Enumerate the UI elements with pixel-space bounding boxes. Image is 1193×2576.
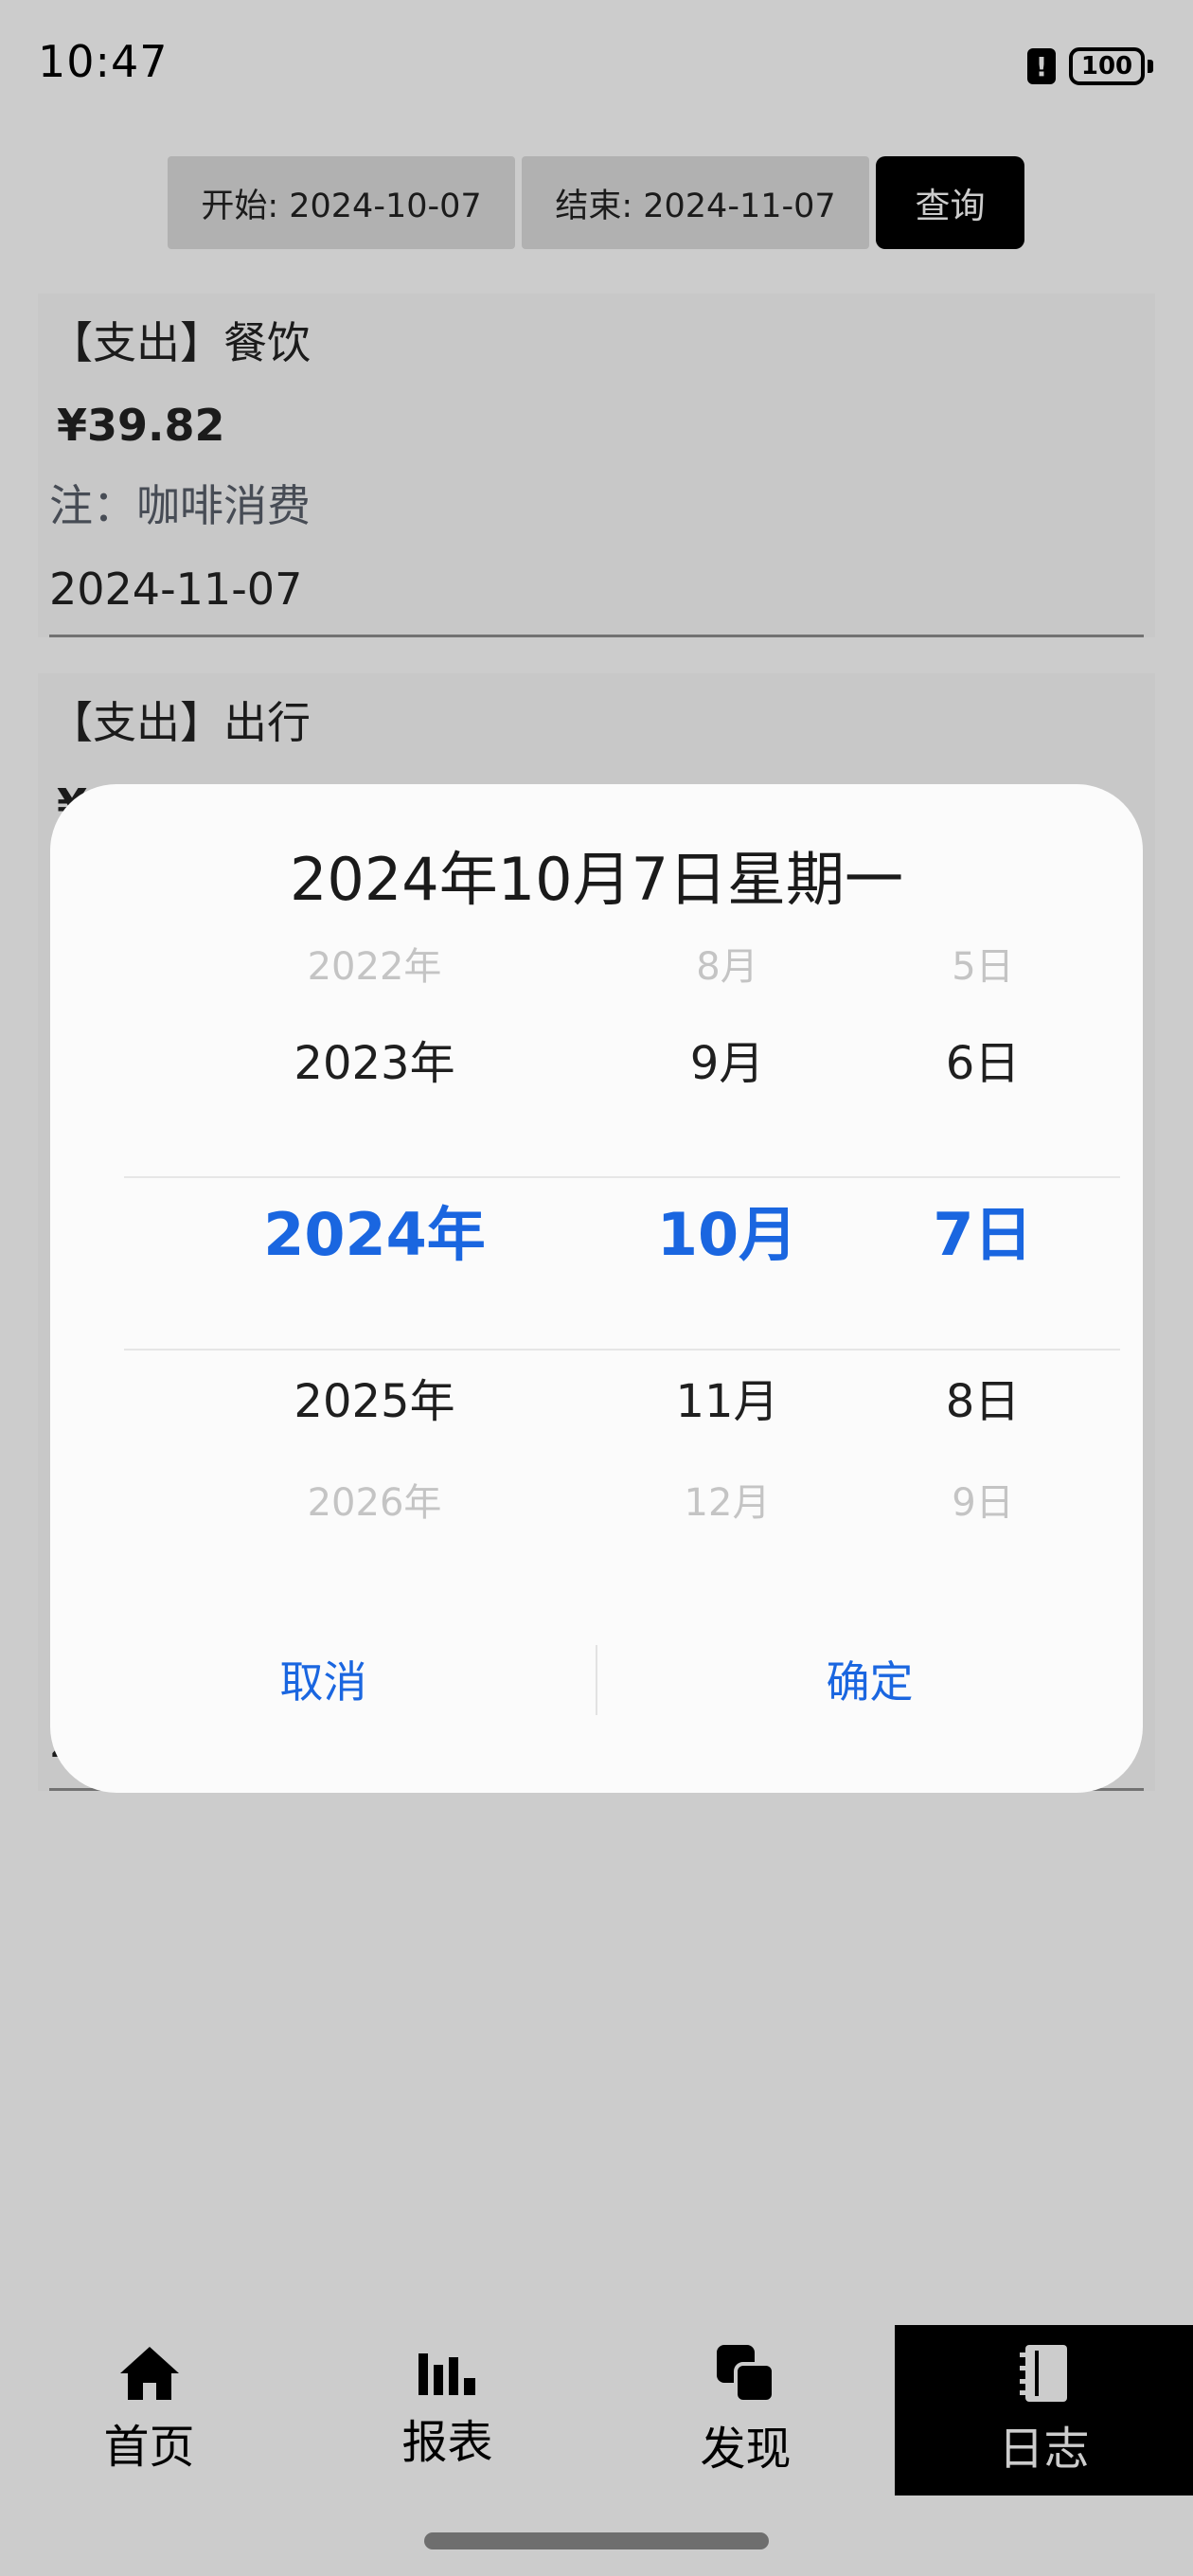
dialog-actions: 取消 确定: [50, 1632, 1143, 1726]
month-option[interactable]: 12月: [604, 1472, 850, 1527]
year-wheel[interactable]: 2022年 2023年 2024年 2025年 2026年: [183, 936, 566, 1525]
day-wheel[interactable]: 5日 6日 7日 8日 9日: [850, 936, 1115, 1525]
dialog-title: 2024年10月7日星期一: [289, 845, 904, 914]
month-option[interactable]: 8月: [604, 936, 850, 991]
month-option-selected[interactable]: 10月: [604, 1187, 850, 1272]
year-option[interactable]: 2026年: [183, 1472, 566, 1527]
confirm-button[interactable]: 确定: [596, 1632, 1143, 1726]
year-option[interactable]: 2022年: [183, 936, 566, 991]
date-picker-dialog: 2024年10月7日星期一 2022年 2023年 2024年 2025年 20…: [50, 784, 1143, 1793]
day-option[interactable]: 5日: [850, 936, 1115, 991]
day-option[interactable]: 6日: [850, 1026, 1115, 1092]
day-option[interactable]: 8日: [850, 1364, 1115, 1430]
year-option[interactable]: 2023年: [183, 1026, 566, 1092]
day-option[interactable]: 9日: [850, 1472, 1115, 1527]
year-option[interactable]: 2025年: [183, 1364, 566, 1430]
year-option-selected[interactable]: 2024年: [183, 1187, 566, 1272]
month-option[interactable]: 11月: [604, 1364, 850, 1430]
cancel-button[interactable]: 取消: [50, 1632, 596, 1726]
date-picker-wheels: 2022年 2023年 2024年 2025年 2026年 8月 9月 10月 …: [50, 936, 1143, 1525]
month-wheel[interactable]: 8月 9月 10月 11月 12月: [604, 936, 850, 1525]
day-option-selected[interactable]: 7日: [850, 1187, 1115, 1272]
month-option[interactable]: 9月: [604, 1026, 850, 1092]
